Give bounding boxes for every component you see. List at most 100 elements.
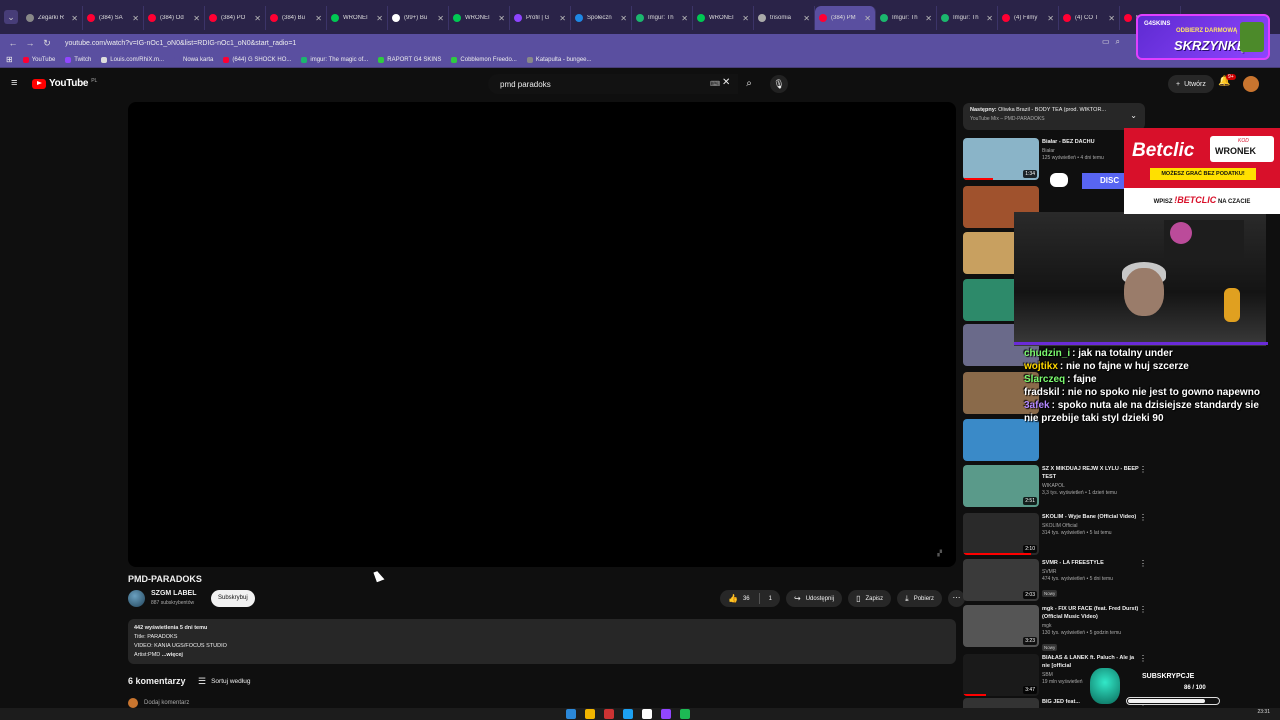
channel-name[interactable]: SKOLIM Official: [1042, 523, 1142, 529]
recommended-video[interactable]: 2:03 SVMR - LA FREESTYLE SVMR 474 tys. wyśw…: [963, 559, 1163, 603]
close-icon[interactable]: ✕: [864, 14, 871, 23]
bookmark-item[interactable]: Twitch: [65, 56, 91, 63]
add-comment[interactable]: Dodaj komentarz: [128, 698, 189, 708]
bookmark-item[interactable]: YouTube: [22, 56, 55, 63]
browser-tab[interactable]: (384) Od ✕: [144, 6, 205, 30]
hamburger-icon[interactable]: ≡: [11, 78, 21, 89]
cast-icon[interactable]: ▭: [1102, 37, 1110, 47]
close-icon[interactable]: ✕: [1047, 14, 1054, 23]
more-options-icon[interactable]: ⋮: [1139, 654, 1147, 663]
tab-search-icon[interactable]: ⌄: [4, 10, 18, 24]
url-field[interactable]: youtube.com/watch?v=IG-nOc1_oN0&list=RDI…: [65, 40, 296, 47]
browser-tab[interactable]: (4) CO T ✕: [1059, 6, 1120, 30]
close-icon[interactable]: ✕: [925, 14, 932, 23]
channel-name[interactable]: SVMR: [1042, 569, 1142, 575]
browser-tab[interactable]: (99+) Bu ✕: [388, 6, 449, 30]
more-options-icon[interactable]: ⋮: [1139, 513, 1147, 522]
keyboard-icon[interactable]: ⌨: [710, 80, 720, 88]
zoom-icon[interactable]: ⌕: [1116, 37, 1120, 47]
apps-icon[interactable]: ⊞: [6, 55, 13, 64]
video-title[interactable]: mgk - FIX UR FACE (feat. Fred Durst) (Of…: [1042, 605, 1142, 621]
create-button[interactable]: + Utwórz: [1168, 75, 1214, 93]
browser-tab[interactable]: Imgur: Th ✕: [876, 6, 937, 30]
channel-name[interactable]: mgk: [1042, 623, 1142, 629]
close-icon[interactable]: ✕: [254, 14, 261, 23]
video-player[interactable]: ▞: [128, 102, 956, 567]
dislike-count[interactable]: 1: [769, 596, 772, 602]
browser-tab[interactable]: Zegarki R ✕: [22, 6, 83, 30]
subscribe-button[interactable]: Subskrybuj: [211, 590, 255, 607]
bookmark-item[interactable]: (644) G SHOCK HO...: [223, 56, 291, 63]
browser-tab[interactable]: WRONEI ✕: [693, 6, 754, 30]
recommended-video[interactable]: [963, 419, 1163, 463]
close-icon[interactable]: ✕: [498, 14, 505, 23]
taskbar-app-icon[interactable]: [604, 709, 614, 719]
search-input[interactable]: pmd paradoks: [488, 74, 738, 94]
recommended-video[interactable]: 3:23 mgk - FIX UR FACE (feat. Fred Durst)…: [963, 605, 1163, 651]
close-icon[interactable]: ✕: [620, 14, 627, 23]
bookmark-item[interactable]: RAPORT G4 SKINS: [378, 56, 441, 63]
video-thumbnail[interactable]: 3:23: [963, 605, 1039, 647]
avatar[interactable]: [1243, 76, 1259, 92]
more-options-icon[interactable]: ⋮: [1139, 465, 1147, 474]
youtube-logo[interactable]: YouTube PL: [32, 78, 97, 89]
close-icon[interactable]: ✕: [376, 14, 383, 23]
video-title[interactable]: SVMR - LA FREESTYLE: [1042, 559, 1142, 567]
back-icon[interactable]: ←: [6, 38, 20, 48]
description-box[interactable]: 442 wyświetlenia 5 dni temu Title: PARAD…: [128, 619, 956, 664]
close-icon[interactable]: ✕: [315, 14, 322, 23]
bookmark-item[interactable]: imgur: The magic of...: [301, 56, 368, 63]
close-icon[interactable]: ✕: [722, 77, 730, 88]
reload-icon[interactable]: ↻: [40, 38, 54, 49]
video-thumbnail[interactable]: 2:10: [963, 513, 1039, 555]
bookmark-item[interactable]: Katapulta - bungee...: [526, 56, 592, 63]
search-icon[interactable]: ⌕: [738, 74, 760, 94]
share-button[interactable]: ↪ Udostępnij: [786, 590, 843, 607]
close-icon[interactable]: ✕: [559, 14, 566, 23]
browser-tab[interactable]: (384) Bu ✕: [266, 6, 327, 30]
taskbar-app-icon[interactable]: [661, 709, 671, 719]
more-options-icon[interactable]: ⋮: [1139, 605, 1147, 614]
bookmark-item[interactable]: Nowa karta: [173, 56, 213, 63]
browser-tab[interactable]: (384) PM ✕: [815, 6, 876, 30]
browser-tab[interactable]: Społeczn ✕: [571, 6, 632, 30]
bookmark-item[interactable]: Cobblemon Freedo...: [451, 56, 517, 63]
close-icon[interactable]: ✕: [1108, 14, 1115, 23]
more-options-icon[interactable]: ⋮: [1139, 559, 1147, 568]
browser-tab[interactable]: WRONEI ✕: [449, 6, 510, 30]
browser-tab[interactable]: (384) SA ✕: [83, 6, 144, 30]
forward-icon[interactable]: →: [23, 38, 37, 48]
video-title[interactable]: SKOLIM - Wyje Bane (Official Video): [1042, 513, 1142, 521]
video-thumbnail[interactable]: 2:03: [963, 559, 1039, 601]
recommended-video[interactable]: 2:10 SKOLIM - Wyje Bane (Official Video) S…: [963, 513, 1163, 557]
taskbar-app-icon[interactable]: [585, 709, 595, 719]
recommended-video[interactable]: 2:51 SZ X MIKDUAJ REJW X LYLU - BEEP TEST…: [963, 465, 1163, 509]
browser-tab[interactable]: Imgur: Th ✕: [632, 6, 693, 30]
video-title[interactable]: SZ X MIKDUAJ REJW X LYLU - BEEP TEST: [1042, 465, 1142, 481]
taskbar-app-icon[interactable]: [680, 709, 690, 719]
taskbar-app-icon[interactable]: [623, 709, 633, 719]
mix-queue-header[interactable]: Następny: Oliwka Brazil - BODY TEA (prod…: [963, 103, 1145, 130]
video-thumbnail[interactable]: 2:51: [963, 465, 1039, 507]
taskbar-app-icon[interactable]: [566, 709, 576, 719]
video-thumbnail[interactable]: [963, 419, 1039, 461]
channel-name[interactable]: WIKAPOL: [1042, 483, 1142, 489]
close-icon[interactable]: ✕: [193, 14, 200, 23]
browser-tab[interactable]: trisomia ✕: [754, 6, 815, 30]
sort-button[interactable]: ☰ Sortuj według: [198, 676, 250, 687]
video-thumbnail[interactable]: 3:47: [963, 654, 1039, 696]
close-icon[interactable]: ✕: [742, 14, 749, 23]
mic-icon[interactable]: 🎙: [770, 75, 788, 93]
thumbs-up-icon[interactable]: 👍: [728, 594, 738, 603]
close-icon[interactable]: ✕: [803, 14, 810, 23]
close-icon[interactable]: ✕: [681, 14, 688, 23]
bookmark-item[interactable]: Louis.com/RhiX.m...: [101, 56, 164, 63]
browser-tab[interactable]: (384) PO ✕: [205, 6, 266, 30]
browser-tab[interactable]: Imgur: Th ✕: [937, 6, 998, 30]
like-count[interactable]: 36: [743, 596, 750, 602]
video-thumbnail[interactable]: 1:34: [963, 138, 1039, 180]
taskbar-app-icon[interactable]: [642, 709, 652, 719]
browser-tab[interactable]: WRONEI ✕: [327, 6, 388, 30]
close-icon[interactable]: ✕: [132, 14, 139, 23]
browser-tab[interactable]: Profil | G ✕: [510, 6, 571, 30]
